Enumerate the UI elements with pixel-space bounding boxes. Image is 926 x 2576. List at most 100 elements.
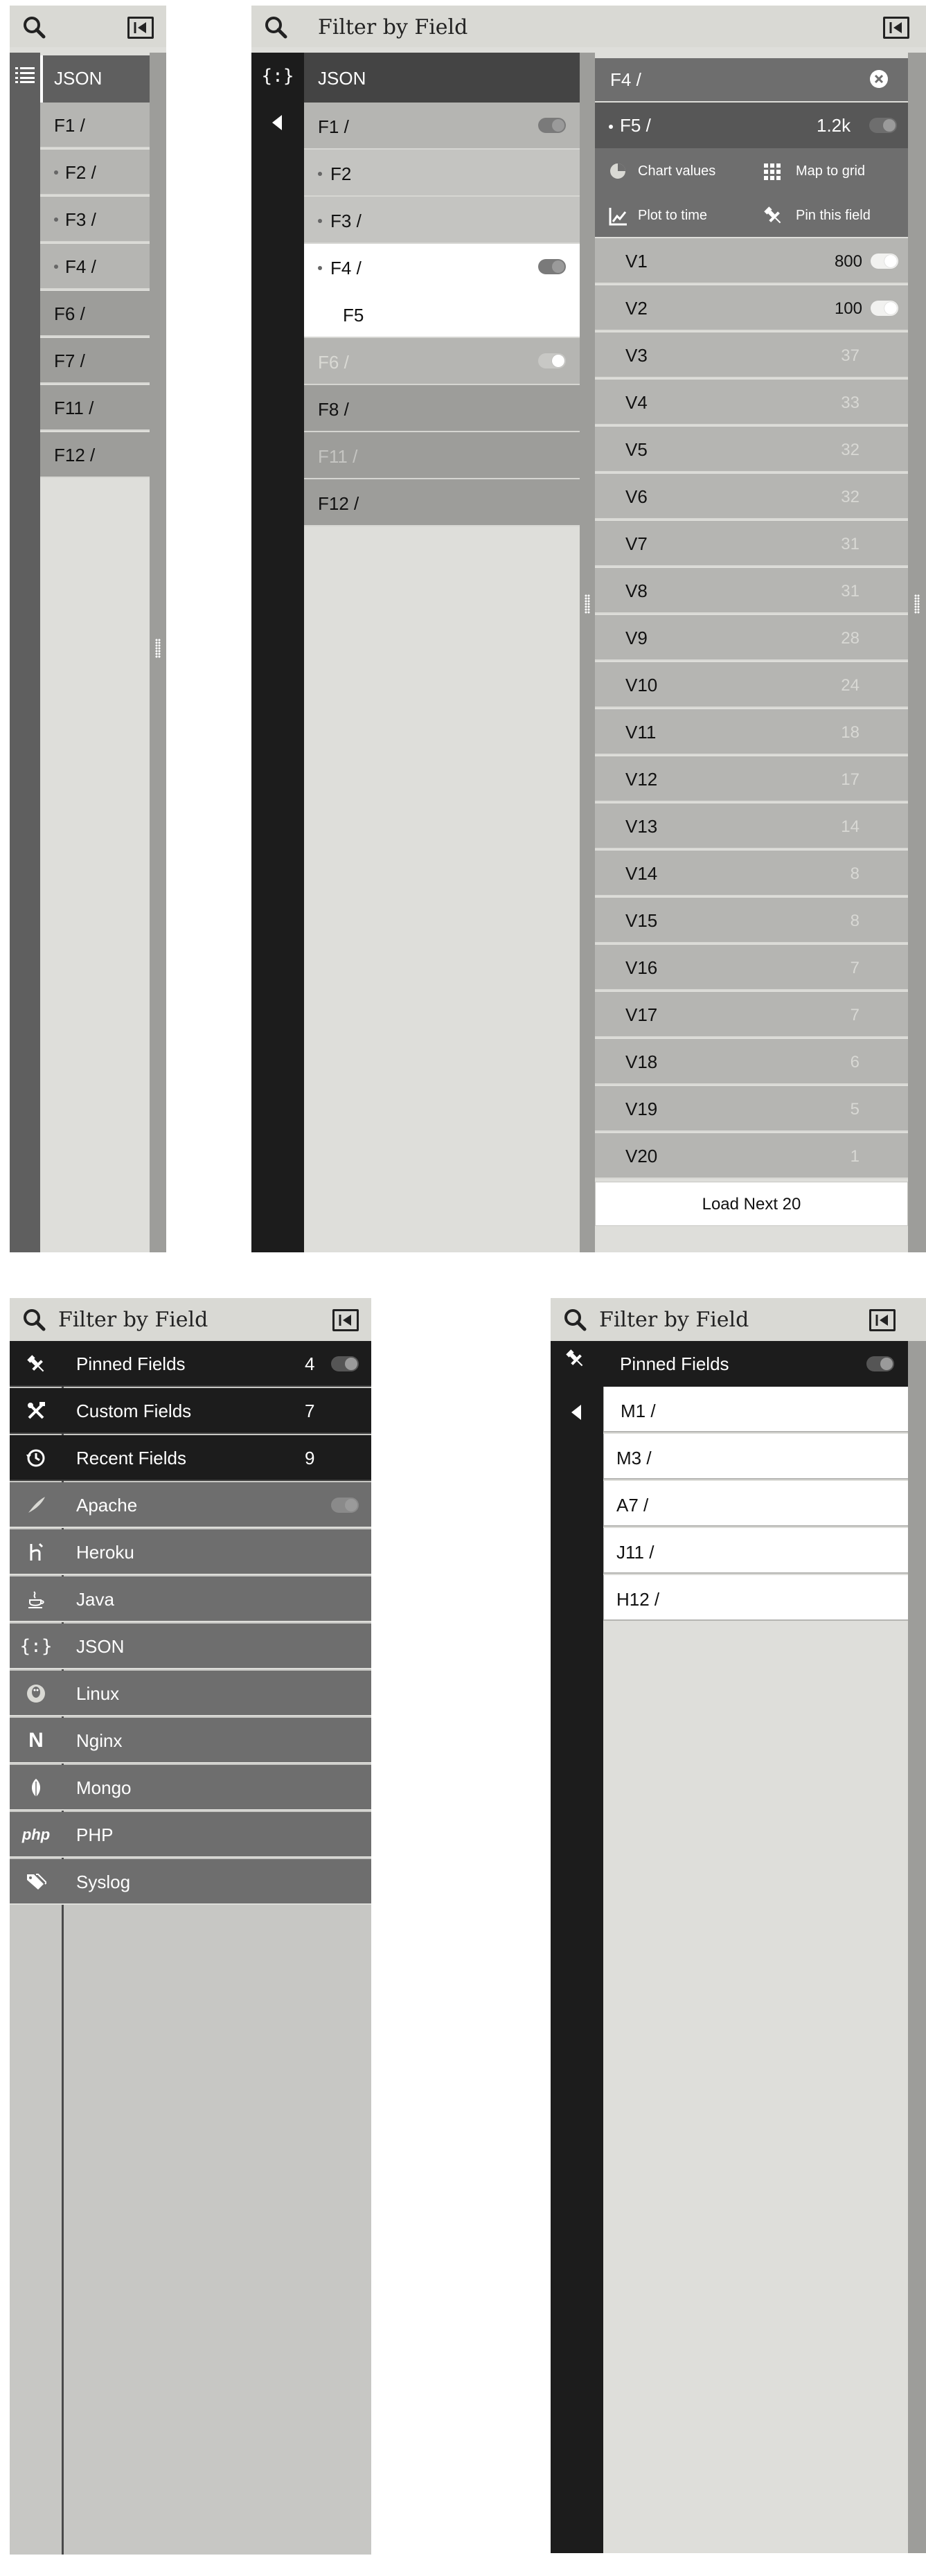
category-row[interactable]: Java bbox=[10, 1576, 371, 1622]
collapse-panel-icon[interactable] bbox=[332, 1309, 359, 1331]
value-row[interactable]: V17 7 bbox=[595, 992, 908, 1038]
collapse-panel-icon[interactable] bbox=[869, 1309, 896, 1331]
pinned-field-item[interactable]: J11 / bbox=[603, 1528, 908, 1574]
tree-item[interactable]: F2 bbox=[304, 150, 580, 197]
value-row[interactable]: V3 37 bbox=[595, 332, 908, 378]
pinned-field-item[interactable]: H12 / bbox=[603, 1575, 908, 1621]
panel-b-middle-splitter[interactable] bbox=[580, 53, 595, 1252]
category-row[interactable]: php PHP bbox=[10, 1812, 371, 1858]
category-row[interactable]: {:} JSON bbox=[10, 1624, 371, 1669]
tree-item[interactable]: F7 / bbox=[40, 338, 150, 384]
load-next-button[interactable]: Load Next 20 bbox=[595, 1182, 908, 1226]
value-row[interactable]: V2 100 bbox=[595, 285, 908, 331]
value-row[interactable]: V20 1 bbox=[595, 1133, 908, 1179]
panel-b-right-scrollbar[interactable] bbox=[908, 53, 926, 1252]
pin-icon bbox=[19, 1349, 53, 1378]
tree-item[interactable]: F11 / bbox=[40, 385, 150, 431]
tree-item[interactable]: F6 / bbox=[40, 291, 150, 337]
search-icon[interactable] bbox=[22, 15, 46, 39]
value-row[interactable]: V6 32 bbox=[595, 474, 908, 519]
back-icon[interactable] bbox=[267, 112, 287, 133]
tree-item[interactable]: F1 / bbox=[304, 103, 580, 150]
field-toggle[interactable] bbox=[869, 118, 897, 133]
tree-item[interactable]: F12 / bbox=[40, 432, 150, 478]
tree-item[interactable]: F6 / bbox=[304, 338, 580, 385]
value-row[interactable]: V18 6 bbox=[595, 1039, 908, 1085]
value-row[interactable]: V1 800 bbox=[595, 238, 908, 284]
value-row[interactable]: V4 33 bbox=[595, 380, 908, 425]
pinned-fields-header-row[interactable]: Pinned Fields bbox=[603, 1341, 908, 1387]
value-row[interactable]: V10 24 bbox=[595, 662, 908, 708]
category-row[interactable]: Syslog bbox=[10, 1859, 371, 1905]
tree-item[interactable]: F8 / bbox=[304, 385, 580, 432]
resize-grip-icon[interactable] bbox=[585, 594, 590, 614]
tree-item[interactable]: F3 / bbox=[40, 197, 150, 242]
panel-d-right-scrollbar[interactable] bbox=[908, 1341, 926, 2553]
panel-pinned-fields: Filter by Field Pinned Fields M1 / M3 / A7… bbox=[551, 1298, 926, 2553]
search-icon[interactable] bbox=[563, 1308, 587, 1331]
tree-item[interactable]: F5 bbox=[304, 291, 580, 338]
value-row[interactable]: V9 28 bbox=[595, 615, 908, 661]
category-row[interactable]: Heroku bbox=[10, 1529, 371, 1575]
json-root-row[interactable]: JSON bbox=[40, 55, 150, 103]
value-row[interactable]: V8 31 bbox=[595, 568, 908, 614]
back-icon[interactable] bbox=[566, 1402, 587, 1423]
value-row[interactable]: V11 18 bbox=[595, 709, 908, 755]
value-label: V18 bbox=[625, 1051, 658, 1072]
close-icon[interactable] bbox=[869, 69, 889, 89]
resize-grip-icon[interactable] bbox=[914, 594, 920, 614]
category-row[interactable]: Custom Fields 7 bbox=[10, 1388, 371, 1434]
field-toggle[interactable] bbox=[538, 259, 566, 274]
tree-item[interactable]: F4 / bbox=[304, 244, 580, 291]
field-toggle[interactable] bbox=[538, 353, 566, 368]
value-row[interactable]: V16 7 bbox=[595, 945, 908, 991]
pinned-field-label: J11 / bbox=[616, 1542, 655, 1563]
collapse-panel-icon[interactable] bbox=[883, 17, 909, 39]
panel-collapsed-tree: JSON F1 / F2 / F3 / F4 / F6 / F7 / F11 / F12 / bbox=[10, 6, 166, 1252]
value-row[interactable]: V5 32 bbox=[595, 427, 908, 472]
value-row[interactable]: V13 14 bbox=[595, 803, 908, 849]
category-row[interactable]: Apache bbox=[10, 1482, 371, 1528]
value-label: V7 bbox=[625, 533, 648, 554]
list-icon[interactable] bbox=[15, 66, 35, 83]
value-row[interactable]: V7 31 bbox=[595, 521, 908, 567]
field-toggle[interactable] bbox=[538, 118, 566, 133]
panel-a-right-scrollbar[interactable] bbox=[150, 53, 166, 1252]
map-to-grid-button[interactable]: Map to grid bbox=[761, 158, 900, 186]
pinned-field-item[interactable]: A7 / bbox=[603, 1481, 908, 1527]
category-row[interactable]: Recent Fields 9 bbox=[10, 1435, 371, 1481]
category-row[interactable]: N Nginx bbox=[10, 1718, 371, 1764]
search-icon[interactable] bbox=[22, 1308, 46, 1331]
value-row[interactable]: V19 5 bbox=[595, 1086, 908, 1132]
value-label: V6 bbox=[625, 486, 648, 507]
pinned-field-item[interactable]: M3 / bbox=[603, 1434, 908, 1480]
tree-item[interactable]: F4 / bbox=[40, 244, 150, 290]
category-row[interactable]: Linux bbox=[10, 1671, 371, 1716]
search-icon[interactable] bbox=[264, 15, 287, 39]
detail-field-row[interactable]: F5 / 1.2k bbox=[595, 103, 908, 148]
collapse-panel-icon[interactable] bbox=[127, 17, 154, 39]
category-toggle[interactable] bbox=[331, 1356, 359, 1371]
json-header-row[interactable]: JSON bbox=[304, 53, 580, 103]
tree-item[interactable]: F3 / bbox=[304, 197, 580, 244]
category-row[interactable]: Pinned Fields 4 bbox=[10, 1341, 371, 1387]
category-toggle[interactable] bbox=[331, 1498, 359, 1513]
pinned-field-item[interactable]: M1 / bbox=[603, 1387, 908, 1432]
pinned-fields-label: Pinned Fields bbox=[620, 1353, 729, 1374]
load-next-label: Load Next 20 bbox=[702, 1195, 801, 1214]
category-row[interactable]: Mongo bbox=[10, 1765, 371, 1811]
chart-values-button[interactable]: Chart values bbox=[605, 158, 750, 186]
value-row[interactable]: V14 8 bbox=[595, 851, 908, 896]
tree-item[interactable]: F2 / bbox=[40, 150, 150, 195]
value-row[interactable]: V15 8 bbox=[595, 898, 908, 943]
tree-item[interactable]: F12 / bbox=[304, 479, 580, 526]
value-row[interactable]: V12 17 bbox=[595, 756, 908, 802]
value-toggle[interactable] bbox=[871, 254, 898, 269]
plot-to-time-button[interactable]: Plot to time bbox=[605, 202, 750, 230]
pinned-toggle[interactable] bbox=[866, 1356, 894, 1371]
resize-grip-icon[interactable] bbox=[155, 639, 161, 658]
tree-item[interactable]: F11 / bbox=[304, 432, 580, 479]
tree-item[interactable]: F1 / bbox=[40, 103, 150, 148]
pin-field-button[interactable]: Pin this field bbox=[761, 202, 900, 230]
value-toggle[interactable] bbox=[871, 301, 898, 316]
